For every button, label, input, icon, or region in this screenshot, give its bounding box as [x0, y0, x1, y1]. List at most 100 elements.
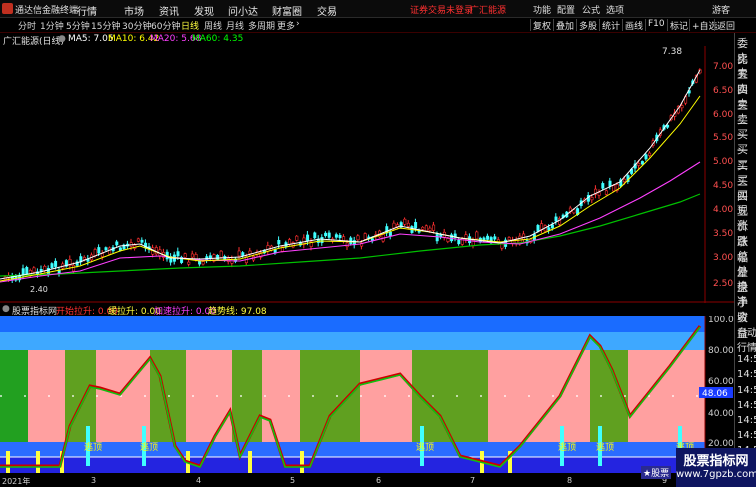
candle-body [666, 124, 670, 128]
price-tick: 7.00 [713, 62, 733, 72]
login-link[interactable]: 证券交易未登录 [410, 3, 473, 16]
side-panel-label: 14:50 [737, 384, 756, 396]
chart-info-line: 广汇能源(日线) ● MA5: 7.05 MA10: 6.42 MA20: 5.… [0, 33, 705, 47]
indicator-panel[interactable]: 逃顶 逃顶 逃顶 逃顶 逃顶 逃顶 100.00 80.00 60.00 40.… [0, 316, 734, 476]
menu-formula[interactable]: 公式 [582, 3, 600, 16]
candle-body [644, 154, 648, 160]
candle-body [237, 250, 241, 257]
candle-body [637, 163, 641, 166]
escape-label: 逃顶 [140, 441, 158, 453]
ma60-label: MA60: 4.35 [192, 34, 244, 44]
zone-band [300, 350, 360, 442]
candle-body [277, 240, 281, 245]
zone-band [628, 350, 705, 442]
candle-body [208, 255, 212, 259]
candle-body [104, 247, 108, 251]
candle-body [540, 223, 544, 230]
candle-body [72, 265, 76, 272]
candle-body [432, 224, 436, 231]
period-1min[interactable]: 1分钟 [40, 19, 64, 32]
btn-back[interactable]: 返回 [714, 19, 737, 32]
candle-body [601, 183, 605, 189]
candle-body [176, 251, 180, 257]
menu-function[interactable]: 功能 [533, 3, 551, 16]
candlestick-chart[interactable]: 7.38 2.40 7.00 6.50 6.00 5.50 5.00 4.50 … [0, 46, 734, 303]
btn-stats[interactable]: 统计 [599, 19, 622, 32]
date-label: 6 [376, 476, 382, 485]
candle-body [486, 235, 490, 240]
btn-draw-line[interactable]: 画线 [622, 19, 645, 32]
candle-body [187, 261, 191, 265]
menu-market[interactable]: 市场 [124, 3, 144, 18]
date-label: 8 [567, 476, 573, 485]
period-60min[interactable]: 60分钟 [151, 19, 180, 32]
period-weekly[interactable]: 周线 [204, 19, 222, 32]
zone-band [262, 350, 300, 442]
period-multi[interactable]: 多周期 [248, 19, 275, 32]
candle-body [597, 192, 601, 196]
menu-trade[interactable]: 交易 [317, 3, 337, 18]
menu-options[interactable]: 选项 [606, 3, 624, 16]
price-tick: 5.00 [713, 157, 733, 167]
candle-body [493, 236, 497, 240]
period-30min[interactable]: 30分钟 [122, 19, 151, 32]
candle-body [50, 263, 54, 269]
escape-label: 逃顶 [84, 441, 102, 453]
period-5min[interactable]: 5分钟 [66, 19, 90, 32]
candle-body [183, 253, 187, 258]
indicator-tick: 40.00 [708, 409, 734, 419]
candle-body [522, 233, 526, 240]
menu-ask[interactable]: 问小达 [228, 3, 258, 18]
btn-adjust[interactable]: 复权 [530, 19, 553, 32]
menu-news[interactable]: 资讯 [159, 3, 179, 18]
period-more[interactable]: 更多 [277, 19, 295, 32]
candle-body [54, 260, 58, 267]
candle-body [93, 249, 97, 257]
candle-body [608, 180, 612, 187]
period-monthly[interactable]: 月线 [226, 19, 244, 32]
watermark-title: 股票指标网 [683, 454, 749, 469]
indicator-settings-icon[interactable]: ● [2, 304, 10, 314]
price-tick: 4.50 [713, 181, 733, 191]
period-daily[interactable]: 日线 [181, 19, 199, 32]
price-tick: 4.00 [713, 205, 733, 215]
candle-body [43, 266, 47, 271]
menu-config[interactable]: 配置 [557, 3, 575, 16]
zone-band [0, 350, 28, 442]
candle-body [324, 232, 328, 237]
btn-mark[interactable]: 标记 [667, 19, 690, 32]
candle-body [421, 226, 425, 230]
menu-wealth[interactable]: 财富圈 [272, 3, 302, 18]
candle-body [622, 178, 626, 182]
candle-body [446, 238, 450, 242]
candle-body [475, 231, 479, 240]
candle-body [392, 222, 396, 229]
btn-f10[interactable]: F10 [645, 19, 667, 31]
menu-discover[interactable]: 发现 [194, 3, 214, 18]
btn-multi-stock[interactable]: 多股 [576, 19, 599, 32]
title-bar: 通达信金融终端 行情 市场 资讯 发现 问小达 财富圈 交易 证券交易未登录 广… [0, 0, 756, 18]
btn-overlay[interactable]: 叠加 [553, 19, 576, 32]
broker-link[interactable]: 广汇能源 [470, 3, 506, 16]
zone-band [232, 350, 262, 442]
settings-dot-icon[interactable]: ● [58, 34, 66, 44]
price-tick: 3.50 [713, 229, 733, 239]
price-tick: 6.00 [713, 110, 733, 120]
more-chevron-icon[interactable]: › [296, 19, 300, 29]
signal-spike [6, 451, 10, 473]
ma5-label: MA5: 7.05 [68, 34, 114, 44]
period-toolbar: 分时 1分钟 5分钟 15分钟 30分钟 60分钟 日线 周线 月线 多周期 更… [0, 18, 756, 33]
candle-body [266, 245, 270, 252]
candle-body [136, 238, 140, 242]
candle-body [201, 261, 205, 265]
period-15min[interactable]: 15分钟 [91, 19, 120, 32]
candle-body [414, 222, 418, 229]
watermark-url: www.7gpzb.com [676, 469, 756, 480]
period-timeshare[interactable]: 分时 [18, 19, 36, 32]
menu-quotes[interactable]: 行情 [77, 3, 97, 18]
candle-body [680, 105, 684, 109]
signal-spike [248, 451, 252, 473]
date-label: 2021年 [2, 477, 31, 486]
candle-body [403, 218, 407, 225]
candle-body [507, 237, 511, 241]
